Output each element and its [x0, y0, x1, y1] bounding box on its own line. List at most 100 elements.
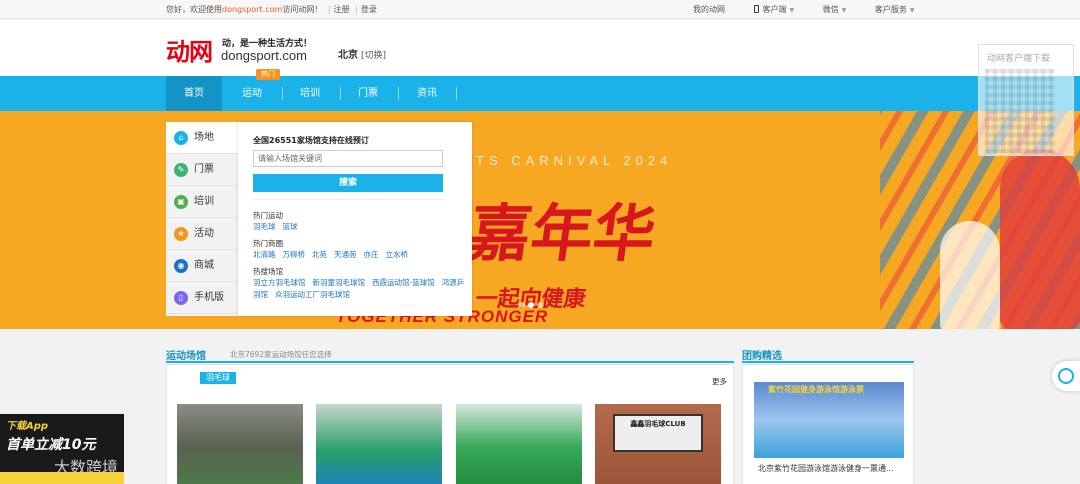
welcome-prefix: 您好，欢迎使用 [166, 5, 222, 14]
district-link[interactable]: 立水桥 [386, 250, 409, 259]
carousel-dot-active[interactable] [528, 302, 534, 308]
district-link[interactable]: 天通苑 [334, 250, 357, 259]
search-button[interactable]: 搜索 [253, 174, 443, 192]
wechat-dropdown[interactable]: 微信 ▼ [823, 5, 847, 14]
venue-search-input[interactable]: 请输入场馆关键词 [253, 150, 443, 167]
district-link[interactable]: 北清路 [253, 250, 276, 259]
venue-thumbnail[interactable] [456, 404, 582, 484]
venue-sign: 鑫鑫羽毛球CLUB [613, 414, 703, 452]
hot-sports-links: 羽毛球 篮球 [253, 221, 468, 233]
hot-sport-link[interactable]: 羽毛球 [253, 222, 276, 231]
district-link[interactable]: 北苑 [312, 250, 327, 259]
district-link[interactable]: 亦庄 [364, 250, 379, 259]
carousel-dots [519, 301, 546, 311]
nav-item-news[interactable]: 资讯 [400, 76, 454, 111]
category-venue[interactable]: ⌂ 场地 [166, 122, 238, 154]
qr-code-icon [985, 69, 1055, 153]
ticket-icon: ✎ [174, 163, 188, 177]
nav-item-home[interactable]: 首页 [166, 76, 222, 111]
banner-athlete-figure [940, 221, 1000, 329]
venue-icon: ⌂ [174, 131, 188, 145]
my-dongwang-link[interactable]: 我的动网 [693, 5, 725, 14]
city-selector[interactable]: 北京 [切换] [338, 46, 386, 61]
shop-icon: ◉ [174, 259, 188, 273]
district-link[interactable]: 万柳桥 [283, 250, 306, 259]
hot-districts-links: 北清路 万柳桥 北苑 天通苑 亦庄 立水桥 [253, 249, 468, 261]
nav-divider [282, 87, 283, 100]
group-image-text: 紫竹花园健身游泳馆游泳票 [768, 385, 864, 394]
nav-item-tickets[interactable]: 门票 [342, 76, 394, 111]
phone-icon [753, 5, 759, 13]
register-link[interactable]: 注册 [334, 5, 350, 14]
venue-link[interactable]: 羽立方羽毛球馆 [253, 278, 306, 287]
nav-divider [456, 87, 457, 100]
mobile-icon: ▯ [174, 291, 188, 305]
hot-badge: 热门 [256, 69, 280, 80]
city-switch-link[interactable]: [切换] [361, 51, 386, 61]
venue-link[interactable]: 众羽运动工厂羽毛球馆 [275, 290, 350, 299]
hot-venues-links: 羽馆 众羽运动工厂羽毛球馆 [253, 289, 468, 301]
login-link[interactable]: 登录 [361, 5, 377, 14]
venue-thumbnail[interactable]: 鑫鑫羽毛球CLUB [595, 404, 721, 484]
main-nav: 首页 运动 培训 门票 资讯 [0, 76, 1080, 111]
hot-venues-label: 热搜场馆 [253, 267, 283, 276]
venue-link[interactable]: 鸿源乒 [442, 278, 465, 287]
app-download-qr: 动网客户端下载 [978, 44, 1074, 156]
hot-sport-link[interactable]: 篮球 [283, 222, 298, 231]
app-promo-widget[interactable]: 下载App 首单立减10元 大数跨境 [0, 414, 124, 484]
divider [253, 199, 443, 200]
category-tickets[interactable]: ✎ 门票 [166, 154, 238, 186]
chevron-down-icon: ▼ [841, 7, 847, 14]
nav-divider [340, 87, 341, 100]
service-icon [1058, 368, 1074, 384]
section-rule [166, 361, 734, 363]
carousel-dot[interactable] [519, 302, 525, 308]
site-logo[interactable]: 动网 动，是一种生活方式！ dongsport.com [166, 30, 316, 70]
venue-thumbnail[interactable] [177, 404, 303, 484]
nav-divider [398, 87, 399, 100]
venue-search-panel: 全国26551家场馆支持在线预订 请输入场馆关键词 搜索 热门运动 羽毛球 篮球 … [238, 122, 472, 316]
top-bar: 您好，欢迎使用dongsport.com访问动网！ | 注册 | 登录 我的动网 客… [0, 0, 1080, 19]
hero-banner[interactable]: TS CARNIVAL 2024 嘉年华 一起向健康 TOGETHER STRO… [0, 111, 1080, 329]
logo-cn: 动网 [166, 37, 213, 66]
promo-stripe [0, 472, 124, 484]
venue-link[interactable]: 羽馆 [253, 290, 268, 299]
hot-venues-links: 羽立方羽毛球馆 新羽童羽毛球馆 西霞运动馆-篮球馆 鸿源乒 [253, 277, 468, 289]
hot-sports-label: 热门运动 [253, 211, 283, 220]
venue-link[interactable]: 西霞运动馆-篮球馆 [372, 278, 435, 287]
group-buy-caption[interactable]: 北京紫竹花园游泳馆游泳健身一票通... [758, 463, 908, 474]
banner-athlete-figure [1000, 149, 1080, 329]
welcome-suffix: 访问动网！ [282, 5, 323, 14]
tab-badminton[interactable]: 羽毛球 [200, 372, 236, 384]
nav-item-training[interactable]: 培训 [284, 76, 336, 111]
client-dropdown[interactable]: 客户端 ▼ [753, 5, 795, 14]
logo-domain: dongsport.com [221, 48, 307, 63]
group-buy-image[interactable]: 紫竹花园健身游泳馆游泳票 [754, 382, 904, 458]
venues-section-subtitle: 北京7692家运动场馆任您选择 [230, 350, 332, 359]
venue-thumbnail[interactable] [316, 404, 442, 484]
city-name: 北京 [338, 50, 358, 61]
banner-headline: 嘉年华 [464, 197, 661, 270]
promo-line-download: 下载App [6, 421, 49, 432]
more-link[interactable]: 更多 [712, 376, 727, 387]
welcome-domain-link[interactable]: dongsport.com [222, 5, 282, 14]
nav-item-sports[interactable]: 运动 [225, 76, 279, 111]
service-dropdown[interactable]: 客户服务 ▼ [875, 5, 915, 14]
category-training[interactable]: ▣ 培训 [166, 186, 238, 218]
chevron-down-icon: ▼ [789, 7, 795, 14]
header: 动网 动，是一种生活方式！ dongsport.com 北京 [切换] [0, 20, 1080, 76]
section-rule [742, 361, 914, 363]
carousel-dot[interactable] [537, 302, 543, 308]
category-shop[interactable]: ◉ 商城 [166, 250, 238, 282]
qr-title: 动网客户端下载 [987, 54, 1051, 64]
venue-link[interactable]: 新羽童羽毛球馆 [313, 278, 366, 287]
hot-districts-label: 热门商圈 [253, 239, 283, 248]
category-activity[interactable]: ★ 活动 [166, 218, 238, 250]
training-icon: ▣ [174, 195, 188, 209]
banner-carnival-text: TS CARNIVAL 2024 [476, 153, 673, 168]
venues-section-title: 运动场馆 [166, 351, 206, 362]
search-panel-title: 全国26551家场馆支持在线预订 [253, 136, 369, 145]
category-mobile[interactable]: ▯ 手机版 [166, 282, 238, 314]
trophy-icon: ★ [174, 227, 188, 241]
floating-service-button[interactable] [1052, 361, 1080, 391]
